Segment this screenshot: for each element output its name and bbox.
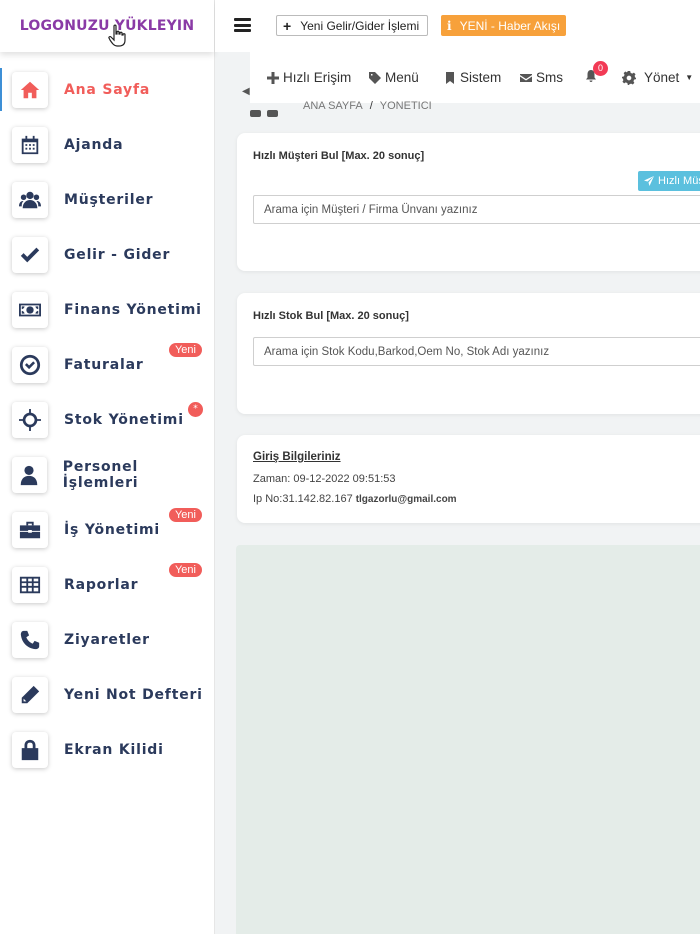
sidebar-item-faturalar[interactable]: Faturalar Yeni: [0, 337, 214, 392]
chevron-down-icon: ▼: [685, 73, 694, 82]
table-icon: [12, 566, 48, 603]
quick-customer-label: Hızlı Müş: [658, 175, 700, 187]
news-feed-label: YENİ - Haber Akışı: [459, 18, 561, 33]
system-menu[interactable]: Sistem: [444, 70, 501, 85]
hamburger-menu-icon[interactable]: [234, 18, 251, 32]
stock-search-placeholder: Arama için Stok Kodu,Barkod,Oem No, Stok…: [264, 345, 550, 358]
briefcase-icon: [12, 511, 48, 548]
envelope-icon: [520, 73, 532, 82]
plus-icon: [267, 71, 279, 84]
sidebar-item-label: İş Yönetimi: [64, 521, 161, 538]
top-bar: + Yeni Gelir/Gider İşlemi i YENİ - Haber…: [215, 0, 700, 52]
gear-icon: [622, 70, 636, 85]
new-income-expense-button[interactable]: + Yeni Gelir/Gider İşlemi: [276, 15, 429, 36]
pencil-icon: [12, 676, 48, 713]
sidebar-item-personel[interactable]: Personel İşlemleri: [0, 447, 214, 502]
hand-cursor-icon: [108, 24, 126, 47]
sidebar-item-finans[interactable]: Finans Yönetimi: [0, 282, 214, 337]
sidebar-item-label: Personel İşlemleri: [62, 458, 139, 491]
back-arrow-icon[interactable]: ◀: [242, 86, 250, 97]
users-icon: [12, 181, 48, 218]
login-time: Zaman: 09-12-2022 09:51:53: [253, 473, 396, 485]
main-menubar: Hızlı Erişim Menü Sistem Sms 0 Yönet ▼: [250, 52, 700, 103]
login-email: tlgazorlu@gmail.com: [355, 494, 457, 505]
login-info-card: Giriş Bilgileriniz Zaman: 09-12-2022 09:…: [237, 435, 700, 523]
news-feed-button[interactable]: i YENİ - Haber Akışı: [441, 15, 567, 36]
sidebar-nav: Ana Sayfa Ajanda Müşteriler Gelir - Gide…: [0, 62, 214, 777]
sidebar-item-label: Ajanda: [64, 136, 124, 153]
sidebar-item-ekran-kilidi[interactable]: Ekran Kilidi: [0, 722, 214, 777]
logo[interactable]: LOGONUZU YÜKLEYIN: [0, 0, 214, 52]
sidebar-item-label: Gelir - Gider: [64, 246, 171, 263]
login-ip: Ip No:31.142.82.167: [253, 493, 353, 505]
sidebar-item-label: Raporlar: [64, 576, 139, 593]
logo-text: LOGONUZU YÜKLEYIN: [19, 18, 195, 34]
home-icon: [12, 71, 48, 108]
check-circle-icon: [12, 346, 48, 383]
money-icon: [12, 291, 48, 328]
sidebar-item-ajanda[interactable]: Ajanda: [0, 117, 214, 172]
manage-label: Yönet: [644, 70, 680, 85]
sidebar-item-label: Faturalar: [64, 356, 144, 373]
sms-label: Sms: [536, 70, 563, 85]
user-icon: [12, 456, 47, 493]
alert-dot-badge: *: [188, 402, 203, 417]
login-info-title: Giriş Bilgileriniz: [253, 451, 341, 463]
sms-menu[interactable]: Sms: [520, 70, 563, 85]
stock-search-input[interactable]: Arama için Stok Kodu,Barkod,Oem No, Stok…: [253, 337, 700, 366]
new-badge: Yeni: [168, 343, 202, 357]
lock-icon: [12, 731, 48, 768]
breadcrumb-icons: [250, 102, 284, 121]
breadcrumb-home[interactable]: ANA SAYFA: [303, 100, 363, 112]
sidebar-item-not-defteri[interactable]: Yeni Not Defteri: [0, 667, 214, 722]
plus-icon: +: [283, 17, 292, 34]
notifications-button[interactable]: 0: [585, 61, 608, 82]
sidebar-item-label: Ekran Kilidi: [64, 741, 164, 758]
crosshairs-icon: [12, 401, 48, 438]
sidebar-item-stok[interactable]: Stok Yönetimi *: [0, 392, 214, 447]
new-income-expense-label: Yeni Gelir/Gider İşlemi: [300, 18, 420, 33]
customer-search-card: Hızlı Müşteri Bul [Max. 20 sonuç] Hızlı …: [237, 133, 700, 271]
customer-search-placeholder: Arama için Müşteri / Firma Ünvanı yazını…: [264, 203, 478, 216]
sidebar-item-ziyaretler[interactable]: Ziyaretler: [0, 612, 214, 667]
new-badge: Yeni: [168, 563, 202, 577]
customer-search-input[interactable]: Arama için Müşteri / Firma Ünvanı yazını…: [253, 195, 700, 224]
sidebar-item-label: Ana Sayfa: [64, 81, 151, 98]
tag-icon: [369, 71, 381, 84]
paper-plane-icon: [644, 176, 654, 186]
menu-label: Menü: [385, 70, 419, 85]
system-label: Sistem: [460, 70, 502, 85]
quick-access-menu[interactable]: Hızlı Erişim: [267, 70, 351, 85]
calendar-icon: [12, 126, 48, 163]
breadcrumb: ANA SAYFA / YONETICI: [303, 100, 432, 112]
customer-search-title: Hızlı Müşteri Bul [Max. 20 sonuç]: [253, 150, 425, 162]
login-ip-row: Ip No:31.142.82.167 tlgazorlu@gmail.com: [253, 493, 457, 505]
bookmark-icon: [446, 71, 454, 84]
info-icon: i: [447, 18, 452, 33]
breadcrumb-separator: /: [369, 100, 373, 112]
sidebar-item-is-yonetimi[interactable]: İş Yönetimi Yeni: [0, 502, 214, 557]
stock-search-card: Hızlı Stok Bul [Max. 20 sonuç] Arama içi…: [237, 293, 700, 414]
menu-menu[interactable]: Menü: [369, 70, 419, 85]
sidebar-item-label: Yeni Not Defteri: [64, 686, 203, 703]
map-area[interactable]: [236, 545, 700, 934]
quick-access-label: Hızlı Erişim: [283, 70, 352, 85]
sidebar-item-musteriler[interactable]: Müşteriler: [0, 172, 214, 227]
stock-search-title: Hızlı Stok Bul [Max. 20 sonuç]: [253, 310, 409, 322]
sidebar-item-label: Müşteriler: [64, 191, 154, 208]
sidebar-item-gelir-gider[interactable]: Gelir - Gider: [0, 227, 214, 282]
sidebar-item-label: Ziyaretler: [64, 631, 150, 648]
sidebar-item-label: Finans Yönetimi: [64, 301, 202, 318]
sidebar-item-raporlar[interactable]: Raporlar Yeni: [0, 557, 214, 612]
quick-customer-button[interactable]: Hızlı Müş: [638, 171, 700, 191]
manage-menu[interactable]: Yönet ▼: [622, 70, 693, 85]
sidebar-item-label: Stok Yönetimi: [64, 411, 184, 428]
notification-count-badge: 0: [593, 61, 608, 76]
check-icon: [12, 236, 48, 273]
sidebar: LOGONUZU YÜKLEYIN Ana Sayfa Ajanda Müşte…: [0, 0, 215, 934]
sidebar-item-ana-sayfa[interactable]: Ana Sayfa: [0, 62, 214, 117]
breadcrumb-current: YONETICI: [379, 100, 432, 112]
phone-icon: [12, 621, 48, 658]
new-badge: Yeni: [168, 508, 202, 522]
